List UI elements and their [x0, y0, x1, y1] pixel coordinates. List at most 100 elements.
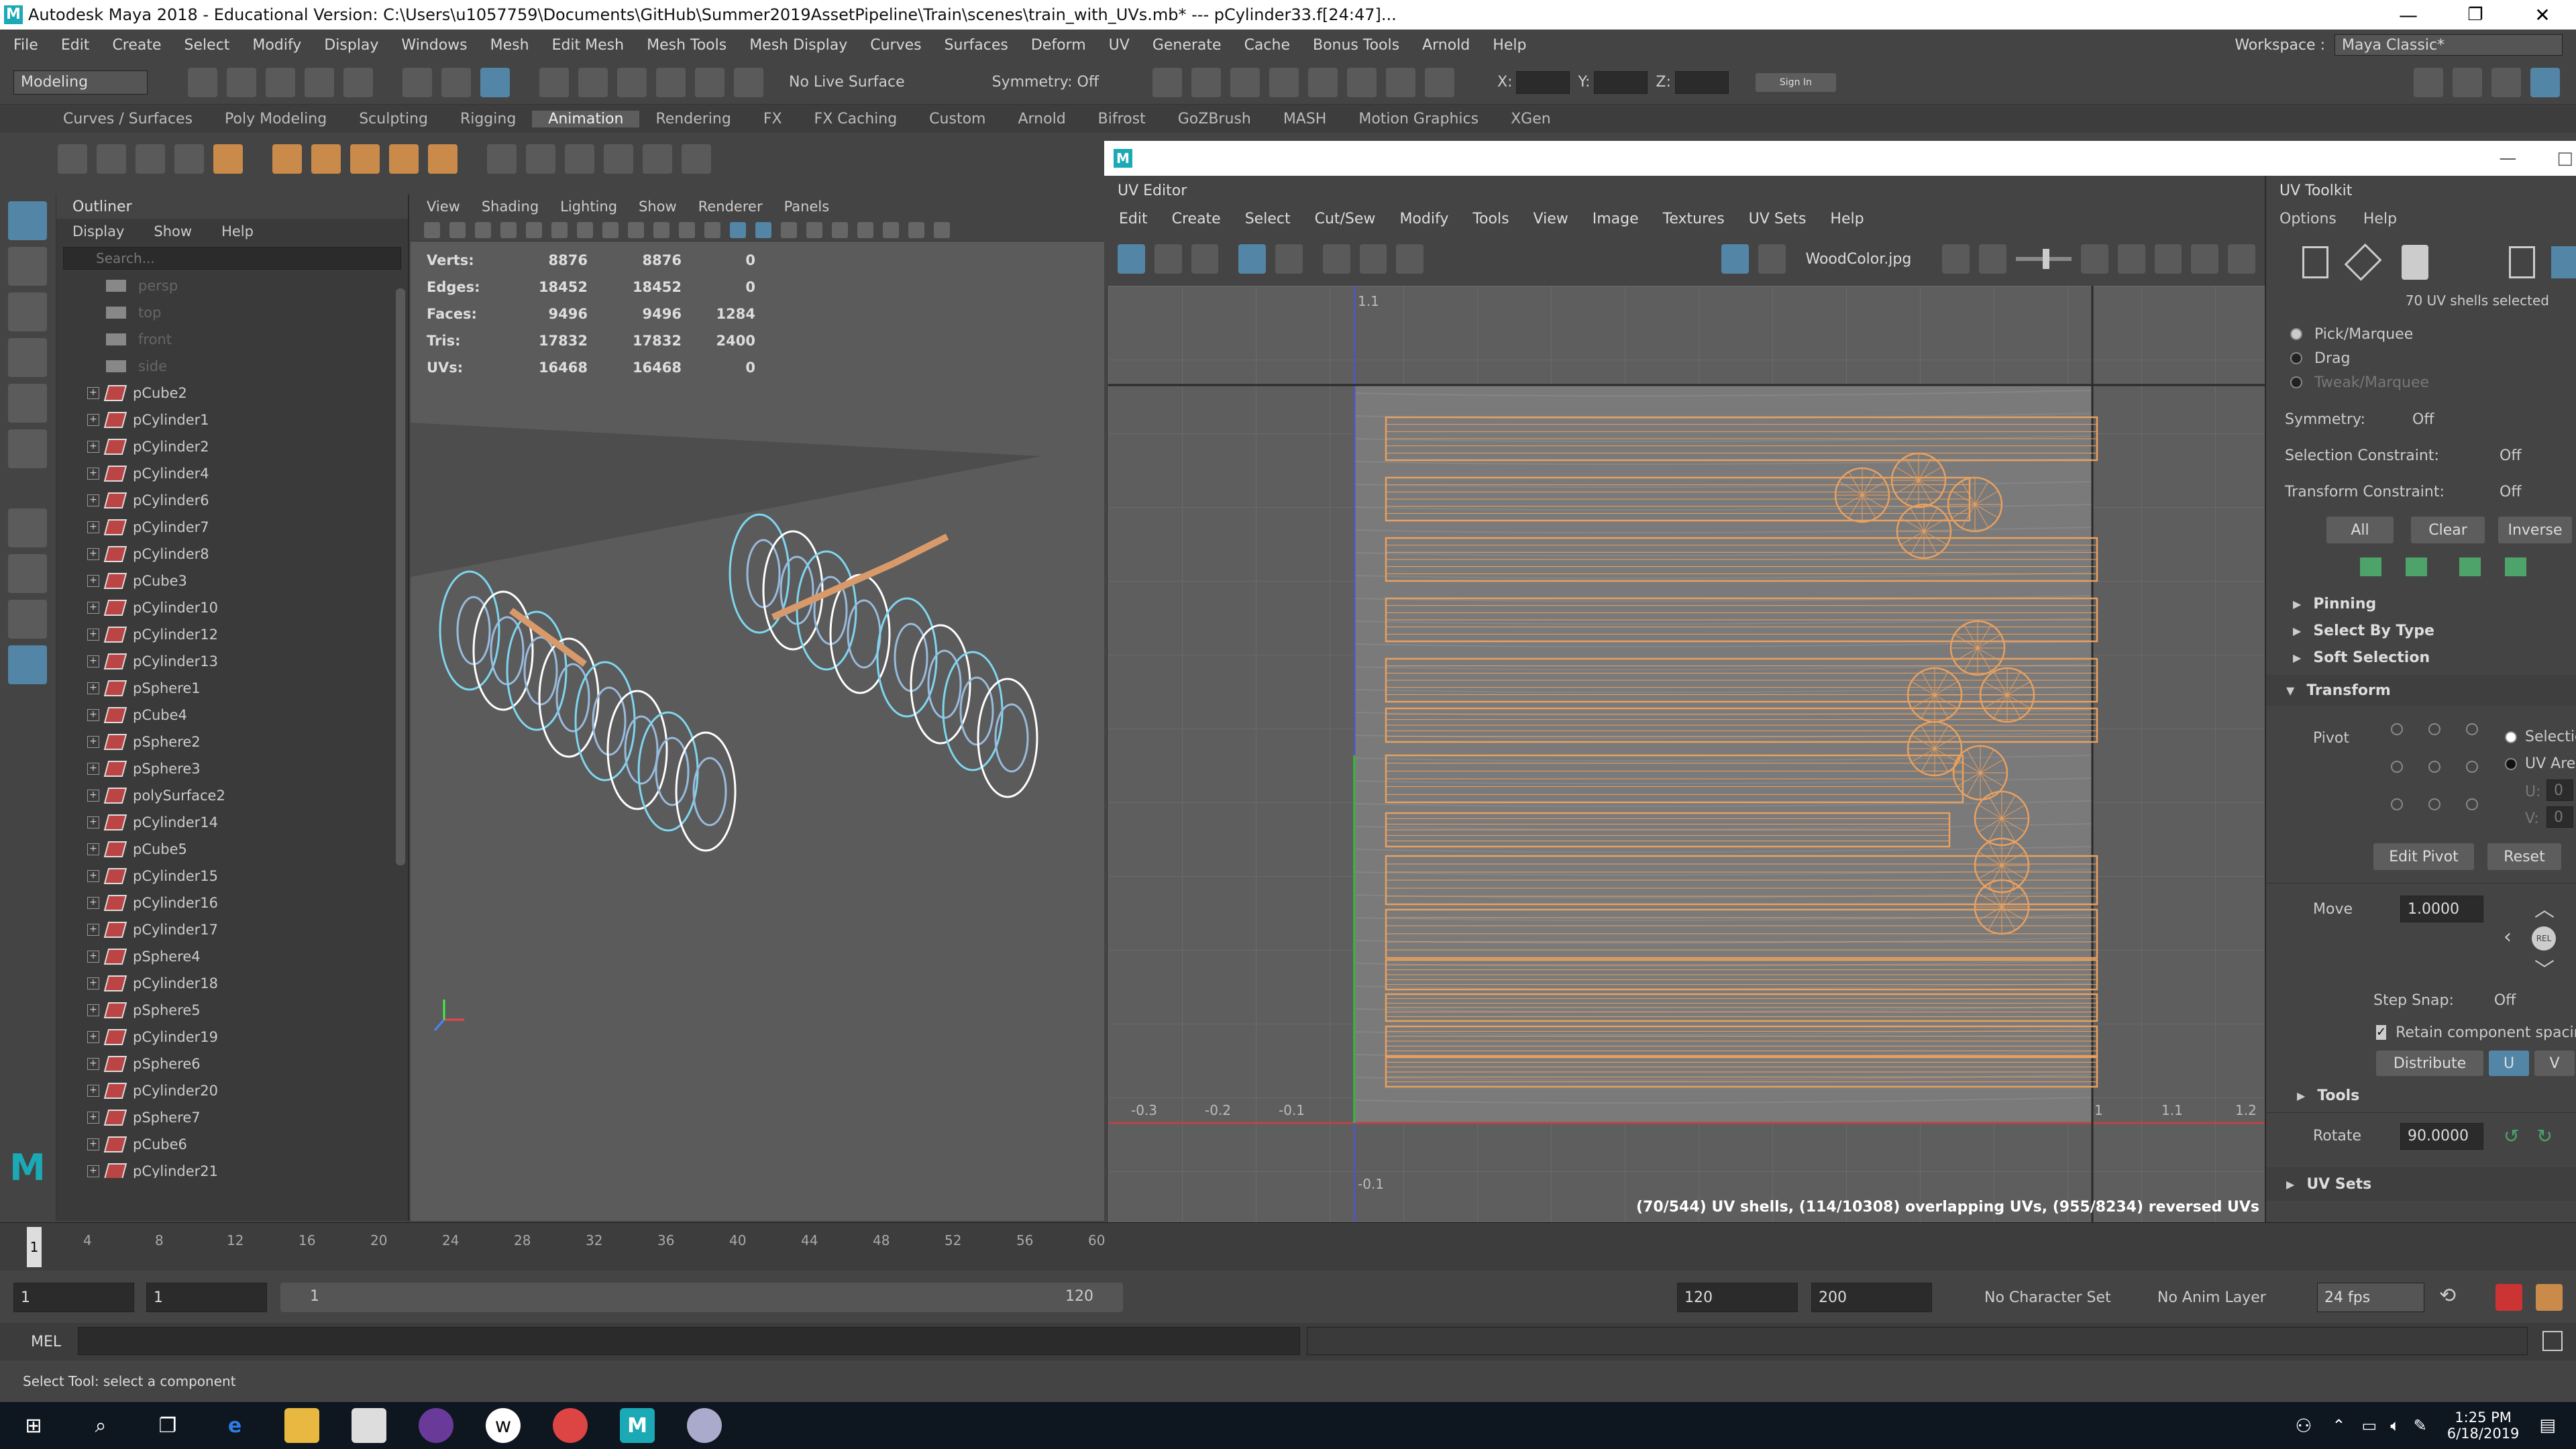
outliner-item[interactable]: + polySurface2: [56, 782, 408, 809]
resolution-gate-icon[interactable]: [577, 221, 593, 238]
outliner-menu-item[interactable]: Help: [221, 223, 254, 239]
shelf-tab[interactable]: Motion Graphics: [1342, 111, 1495, 127]
grow-sel-icon[interactable]: [2406, 557, 2427, 576]
uv-menu-item[interactable]: UV Sets: [1749, 211, 1807, 227]
live-surface-label[interactable]: No Live Surface: [789, 74, 905, 91]
toolkit-menu-item[interactable]: Options: [2279, 211, 2337, 227]
uv-color-mgmt-icon[interactable]: [1979, 244, 2006, 274]
expand-icon[interactable]: +: [87, 951, 99, 963]
snap-live-icon[interactable]: [734, 67, 763, 97]
pivot-position-radio[interactable]: [2466, 798, 2478, 810]
toolkit-menu-item[interactable]: Help: [2363, 211, 2397, 227]
tray-chevron-icon[interactable]: ⌃: [2332, 1416, 2345, 1435]
outliner-item[interactable]: + pCylinder6: [56, 487, 408, 514]
viewport-menu-item[interactable]: Shading: [482, 199, 539, 215]
shelf-tab[interactable]: Bifrost: [1082, 111, 1162, 127]
collapse-arrow-icon[interactable]: ▶: [2286, 1178, 2294, 1191]
outliner-item[interactable]: + pSphere4: [56, 943, 408, 970]
outliner-item[interactable]: + pCylinder2: [56, 433, 408, 460]
people-icon[interactable]: ⚇: [2295, 1415, 2312, 1437]
move-amount-field[interactable]: 1.0000: [2400, 896, 2483, 922]
outliner-menu-item[interactable]: Display: [72, 223, 124, 239]
expand-icon[interactable]: +: [87, 977, 99, 989]
prefs-icon[interactable]: [2536, 1284, 2563, 1311]
pivot-position-radio[interactable]: [2466, 723, 2478, 735]
outliner-item[interactable]: + pCylinder12: [56, 621, 408, 648]
shelf-tab[interactable]: FX Caching: [798, 111, 914, 127]
pivot-uvarea-radio[interactable]: [2505, 758, 2517, 770]
snap-view-icon[interactable]: [656, 67, 686, 97]
textured-icon[interactable]: [755, 221, 771, 238]
current-frame-marker[interactable]: 1: [27, 1227, 42, 1267]
outliner-camera-item[interactable]: side: [56, 353, 408, 380]
outliner-item[interactable]: + pSphere6: [56, 1051, 408, 1077]
select-component-icon[interactable]: [480, 67, 510, 97]
outliner-camera-item[interactable]: persp: [56, 272, 408, 299]
save-scene-icon[interactable]: [266, 67, 295, 97]
outliner-item[interactable]: + pCylinder15: [56, 863, 408, 890]
x-field[interactable]: [1516, 70, 1570, 94]
transform-constraint-dropdown[interactable]: Off: [2500, 484, 2521, 500]
expand-icon[interactable]: +: [87, 1165, 99, 1177]
expand-icon[interactable]: +: [87, 790, 99, 802]
range-bar[interactable]: 1 120: [280, 1283, 1123, 1312]
menu-item[interactable]: Generate: [1152, 37, 1222, 54]
snap-point-icon[interactable]: [617, 67, 647, 97]
uv-face-mode-icon[interactable]: [2401, 245, 2429, 280]
distribute-button[interactable]: Distribute: [2376, 1051, 2483, 1076]
expand-icon[interactable]: +: [87, 548, 99, 560]
end-time-field[interactable]: 200: [1811, 1283, 1932, 1312]
uv-menu-item[interactable]: Cut/Sew: [1315, 211, 1376, 227]
four-view-icon[interactable]: [8, 554, 47, 593]
two-view-icon[interactable]: [8, 600, 47, 639]
uv-menu-item[interactable]: Help: [1830, 211, 1864, 227]
snap-grid-icon[interactable]: [539, 67, 569, 97]
move-down-icon[interactable]: ﹀: [2534, 953, 2555, 983]
select-object-icon[interactable]: [441, 67, 471, 97]
outliner-item[interactable]: + pCylinder10: [56, 594, 408, 621]
shrink-along-icon[interactable]: [2459, 557, 2481, 576]
symmetry-label[interactable]: Symmetry: Off: [992, 74, 1099, 91]
uv-exposure-icon[interactable]: [1942, 244, 1970, 274]
outliner-item[interactable]: + pCube3: [56, 568, 408, 594]
wheel-hub[interactable]: [692, 757, 727, 826]
wireframe-icon[interactable]: [704, 221, 720, 238]
gate-mask-icon[interactable]: [602, 221, 619, 238]
outliner-item[interactable]: + pCylinder16: [56, 890, 408, 916]
anim-layer-dropdown[interactable]: No Anim Layer: [2157, 1289, 2266, 1306]
volume-icon[interactable]: 🔈︎: [2390, 1416, 2400, 1435]
outliner-item[interactable]: + pCube6: [56, 1131, 408, 1158]
menu-item[interactable]: Edit Mesh: [552, 37, 625, 54]
safe-action-icon[interactable]: [653, 221, 669, 238]
uv-menu-item[interactable]: View: [1534, 211, 1568, 227]
uv-menu-item[interactable]: Edit: [1119, 211, 1148, 227]
select-all-button[interactable]: All: [2326, 517, 2394, 543]
uv-isolate-icon[interactable]: [2191, 244, 2219, 274]
collapse-arrow-icon[interactable]: ▶: [2293, 651, 2301, 664]
uv-refresh-icon[interactable]: [2154, 244, 2182, 274]
shelf-tab[interactable]: Poly Modeling: [209, 111, 343, 127]
uv-menu-item[interactable]: Tools: [1472, 211, 1509, 227]
outliner-item[interactable]: + pSphere3: [56, 755, 408, 782]
expand-icon[interactable]: +: [87, 575, 99, 587]
expand-icon[interactable]: +: [87, 1004, 99, 1016]
expand-icon[interactable]: +: [87, 924, 99, 936]
bookmark-icon[interactable]: [475, 221, 491, 238]
expand-icon[interactable]: +: [87, 1112, 99, 1124]
outliner-item[interactable]: + pCube4: [56, 702, 408, 729]
distribute-u-button[interactable]: U: [2489, 1051, 2529, 1076]
scale-constraint-icon[interactable]: [604, 144, 633, 174]
camera-attr-icon[interactable]: [449, 221, 466, 238]
app-icon[interactable]: [687, 1408, 722, 1443]
uv-grid-mode-icon[interactable]: [2551, 246, 2576, 278]
tweak-marquee-radio[interactable]: [2290, 376, 2302, 388]
scene-wheels[interactable]: [411, 241, 1104, 1221]
grow-along-icon[interactable]: [2505, 557, 2526, 576]
rotate-tool-icon[interactable]: [8, 384, 47, 423]
expand-icon[interactable]: +: [87, 602, 99, 614]
uv-distortion-icon[interactable]: [1154, 244, 1182, 274]
paint-weights-icon[interactable]: [428, 144, 458, 174]
image-plane-icon[interactable]: [500, 221, 517, 238]
distribute-v-button[interactable]: V: [2534, 1051, 2575, 1076]
outliner-camera-item[interactable]: front: [56, 326, 408, 353]
